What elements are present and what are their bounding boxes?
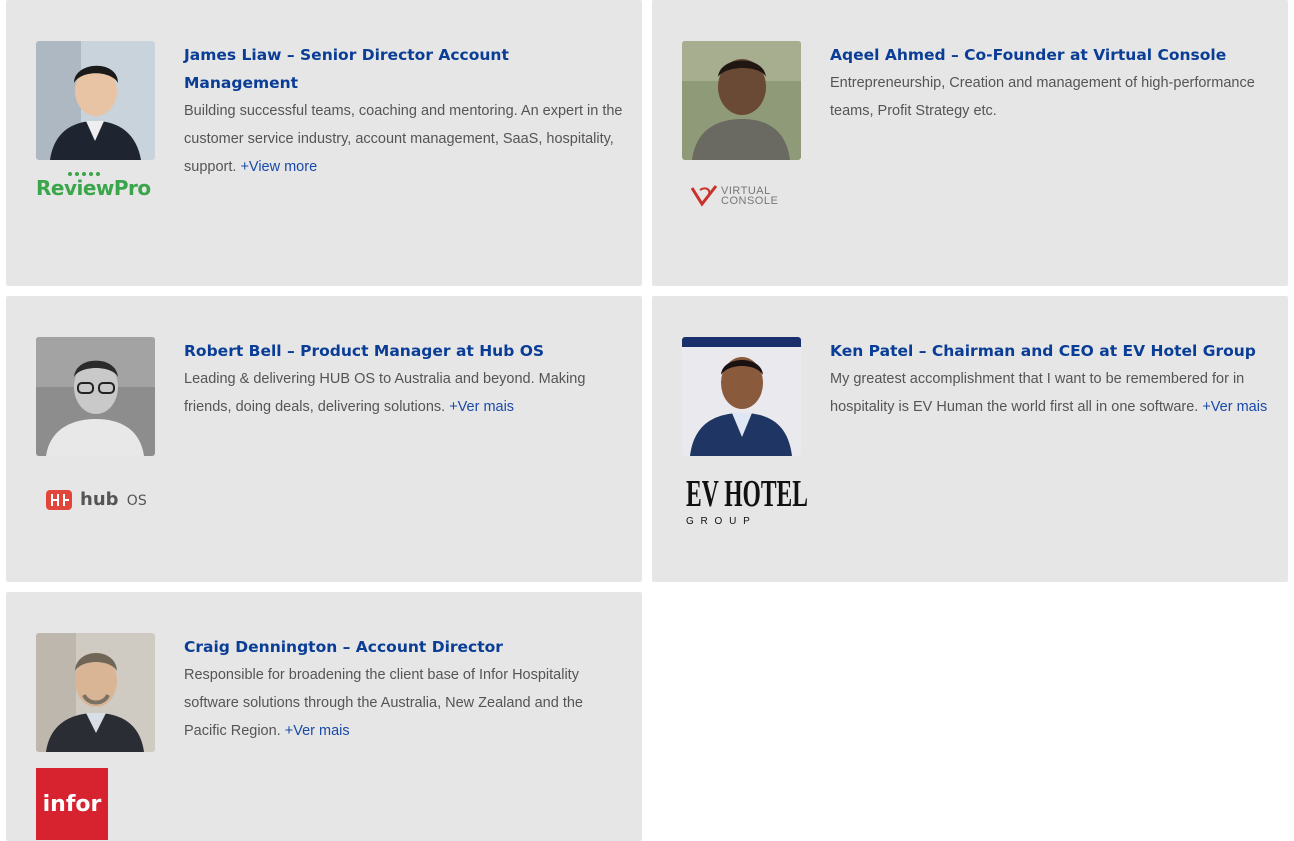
speaker-card-craig-dennington: infor Craig Dennington – Account Directo… [6,592,642,841]
os-text: OS [126,492,147,509]
description-text: Leading & delivering HUB OS to Australia… [184,371,586,415]
speaker-name: Ken Patel – Chairman and CEO at EV Hotel… [830,342,1256,360]
virtual-console-v-icon [690,185,718,207]
hub-os-icon [46,490,72,510]
view-more-link[interactable]: +Ver mais [285,723,350,739]
speaker-photo [36,633,155,752]
view-more-link[interactable]: +Ver mais [449,399,514,415]
speaker-photo [36,41,155,160]
speaker-name: James Liaw – Senior Director Account Man… [184,46,509,92]
ev-hotel-group-text: G R O U P [686,516,752,527]
description-text: Responsible for broadening the client ba… [184,667,583,739]
reviewpro-logo-text: ReviewPro [36,176,151,200]
speaker-name: Aqeel Ahmed – Co-Founder at Virtual Cons… [830,46,1227,64]
hub-text: hub [80,488,119,510]
speaker-card-james-liaw: ReviewPro James Liaw – Senior Director A… [6,0,642,286]
infor-logo: infor [36,768,108,840]
hub-os-text: hub OS [80,489,147,510]
description-text: My greatest accomplishment that I want t… [830,371,1245,415]
person-photo-icon [682,41,801,160]
infor-logo-text: infor [42,791,102,817]
person-photo-icon [36,41,155,160]
speaker-photo [36,337,155,456]
description-text: Entrepreneurship, Creation and managemen… [830,75,1255,119]
virtual-console-logo: VIRTUAL CONSOLE [690,184,778,208]
view-more-link[interactable]: +View more [240,159,317,175]
speaker-name: Robert Bell – Product Manager at Hub OS [184,342,545,360]
ev-hotel-text: EV HOTEL [686,473,808,515]
speaker-name: Craig Dennington – Account Director [184,638,503,656]
speaker-photo [682,41,801,160]
speaker-description: Responsible for broadening the client ba… [184,661,624,745]
person-photo-icon [36,337,155,456]
hub-os-logo: hub OS [44,486,147,512]
speaker-description: Entrepreneurship, Creation and managemen… [830,69,1270,125]
speaker-description: Leading & delivering HUB OS to Australia… [184,365,624,421]
reviewpro-logo: ReviewPro [36,172,151,199]
speaker-photo [682,337,801,456]
speaker-card-robert-bell: hub OS Robert Bell – Product Manager at … [6,296,642,582]
person-photo-icon [682,337,801,456]
speaker-card-ken-patel: EV HOTEL G R O U P Ken Patel – Chairman … [652,296,1288,582]
virtual-console-text-2: CONSOLE [721,195,779,207]
speaker-description: Building successful teams, coaching and … [184,97,624,181]
speaker-card-aqeel-ahmed: VIRTUAL CONSOLE Aqeel Ahmed – Co-Founder… [652,0,1288,286]
view-more-link[interactable]: +Ver mais [1202,399,1267,415]
ev-hotel-group-logo: EV HOTEL G R O U P [686,473,808,527]
speaker-description: My greatest accomplishment that I want t… [830,365,1270,421]
person-photo-icon [36,633,155,752]
